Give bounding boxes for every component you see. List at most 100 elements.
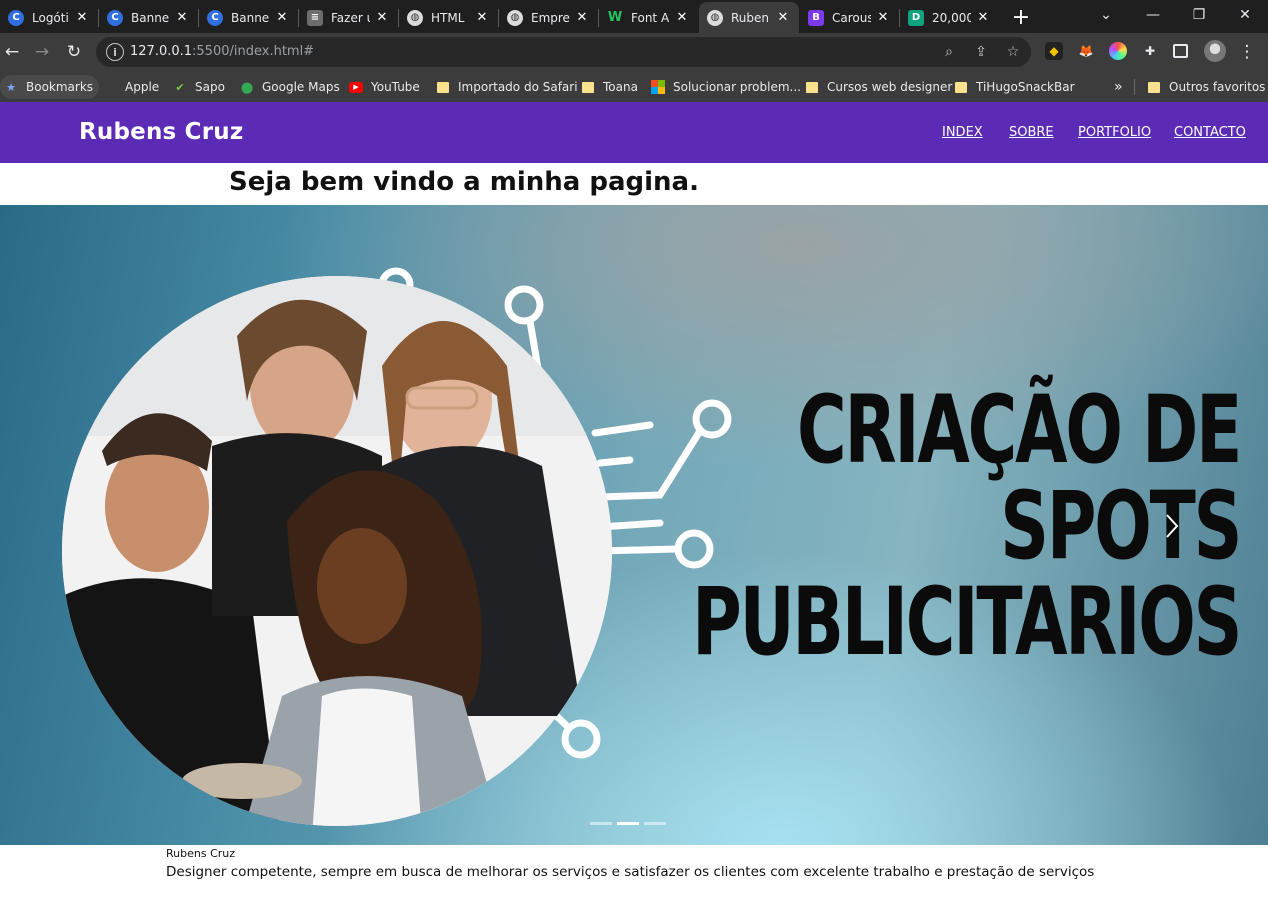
folder-icon [581, 80, 595, 94]
extension-cube-icon[interactable]: ◆ [1045, 42, 1063, 60]
tab[interactable]: ◍ Empre ✕ [499, 2, 598, 33]
youtube-icon: ▶ [349, 81, 363, 93]
minimize-icon[interactable]: — [1133, 4, 1173, 26]
tab[interactable]: W Font A ✕ [599, 2, 698, 33]
folder-icon [436, 80, 450, 94]
carousel-next-button[interactable] [1157, 508, 1187, 544]
close-icon[interactable]: ✕ [74, 10, 90, 26]
site-info-icon[interactable]: i [106, 43, 124, 61]
tab[interactable]: C Banner ✕ [199, 2, 298, 33]
bookmark-item[interactable]: ⬤ Google Maps [240, 75, 340, 99]
headline-line: PUBLICITARIOS [691, 568, 1242, 677]
close-icon[interactable]: ✕ [574, 10, 590, 26]
back-icon[interactable]: ← [0, 40, 24, 64]
tab-active[interactable]: ◍ Ruben ✕ [699, 2, 799, 33]
tab-title: HTML [431, 10, 465, 25]
tab[interactable]: ≡ Fazer u ✕ [299, 2, 398, 33]
layers-icon: ≡ [307, 9, 323, 26]
bookmark-item[interactable]: Outros favoritos [1147, 75, 1265, 99]
extensions-puzzle-icon[interactable]: ✚ [1141, 42, 1159, 60]
canva-icon: C [8, 9, 24, 26]
tab[interactable]: C Logótip ✕ [0, 2, 98, 33]
carousel-indicator-active[interactable] [617, 822, 639, 825]
bookmark-item[interactable]: Cursos web designer [805, 75, 952, 99]
tab[interactable]: B Carous ✕ [800, 2, 899, 33]
close-icon[interactable]: ✕ [374, 10, 390, 26]
globe-icon: ◍ [407, 9, 423, 26]
bookmark-star-icon[interactable]: ☆ [1004, 43, 1022, 61]
brand-logo[interactable]: Rubens Cruz [79, 119, 243, 145]
canva-icon: C [207, 9, 223, 26]
share-icon[interactable]: ⇪ [972, 43, 990, 61]
folder-icon [1147, 80, 1161, 94]
bookmark-item[interactable]: Importado do Safari [436, 75, 578, 99]
carousel-indicator[interactable] [644, 822, 666, 825]
tab-title: Ruben [731, 10, 770, 25]
close-icon[interactable]: ✕ [775, 10, 791, 26]
close-icon[interactable]: ✕ [274, 10, 290, 26]
caption-name: Rubens Cruz [166, 847, 236, 860]
w-icon: W [607, 10, 623, 25]
nav-link-portfolio[interactable]: PORTFOLIO [1078, 125, 1151, 140]
d-icon: D [908, 9, 924, 26]
menu-kebab-icon[interactable]: ⋮ [1235, 40, 1259, 64]
bookmark-item[interactable]: Solucionar problem... [651, 75, 801, 99]
bookmarks-bar: ★ Bookmarks Apple ✔ Sapo ⬤ Google Maps ▶… [0, 71, 1268, 102]
team-photo [62, 276, 612, 826]
site-header: Rubens Cruz INDEX SOBRE PORTFOLIO CONTAC… [0, 102, 1268, 163]
tab-search-icon[interactable]: ⌄ [1086, 4, 1126, 26]
close-icon[interactable]: ✕ [975, 10, 991, 26]
bookmark-item[interactable]: Apple [103, 75, 159, 99]
profile-avatar[interactable] [1204, 40, 1226, 62]
tab-strip: C Logótip ✕ C Banner ✕ C Banner ✕ ≡ Faze… [0, 0, 1268, 33]
close-icon[interactable]: ✕ [674, 10, 690, 26]
bootstrap-icon: B [808, 9, 824, 26]
zoom-icon[interactable]: ⌕ [940, 43, 958, 61]
tab[interactable]: D 20,000 ✕ [900, 2, 999, 33]
folder-icon [805, 80, 819, 94]
forward-icon[interactable]: → [30, 40, 54, 64]
address-url: 127.0.0.1:5500/index.html# [130, 44, 315, 59]
tab[interactable]: C Banner ✕ [99, 2, 198, 33]
globe-icon: ◍ [707, 9, 723, 26]
nav-link-index[interactable]: INDEX [942, 125, 983, 140]
bookmark-item[interactable]: ▶ YouTube [349, 75, 420, 99]
folder-icon [954, 80, 968, 94]
bookmark-item[interactable]: Toana [581, 75, 638, 99]
close-icon[interactable]: ✕ [474, 10, 490, 26]
bookmark-item[interactable]: TiHugoSnackBar [954, 75, 1075, 99]
apple-icon [103, 80, 117, 94]
bookmark-item[interactable]: ★ Bookmarks [0, 75, 100, 99]
tab-title: Carous [832, 10, 871, 25]
canva-icon: C [107, 9, 123, 26]
close-icon[interactable]: ✕ [875, 10, 891, 26]
carousel[interactable]: CRIAÇÃO DE SPOTS PUBLICITARIOS [0, 205, 1268, 845]
address-bar[interactable]: i 127.0.0.1:5500/index.html# ⌕ ⇪ ☆ [96, 37, 1031, 67]
color-wheel-icon[interactable] [1109, 42, 1127, 60]
carousel-indicator[interactable] [590, 822, 612, 825]
bookmark-item[interactable]: ✔ Sapo [173, 75, 225, 99]
tab[interactable]: ◍ HTML ✕ [399, 2, 498, 33]
tab-title: Banner [131, 10, 170, 25]
close-icon[interactable]: ✕ [174, 10, 190, 26]
team-photo-illustration [62, 276, 612, 826]
nav-link-contacto[interactable]: CONTACTO [1174, 125, 1246, 140]
globe-icon: ◍ [507, 9, 523, 26]
sapo-icon: ✔ [175, 80, 185, 94]
tab-title: Banner [231, 10, 270, 25]
side-panel-icon[interactable] [1173, 44, 1188, 58]
bookmarks-overflow-button[interactable]: » [1114, 75, 1123, 99]
star-icon: ★ [6, 80, 16, 94]
tab-title: Logótip [32, 10, 70, 25]
reload-icon[interactable]: ↻ [62, 40, 86, 64]
headline-line: CRIAÇÃO DE [796, 376, 1242, 485]
restore-icon[interactable]: ❐ [1179, 4, 1219, 26]
window-close-icon[interactable]: ✕ [1225, 4, 1265, 26]
tab-title: 20,000 [932, 10, 971, 25]
microsoft-icon [651, 80, 665, 94]
new-tab-button[interactable]: + [1009, 5, 1033, 30]
carousel-indicators [590, 822, 666, 825]
metamask-icon[interactable]: 🦊 [1077, 42, 1095, 60]
nav-link-sobre[interactable]: SOBRE [1009, 125, 1054, 140]
welcome-heading: Seja bem vindo a minha pagina. [229, 167, 699, 197]
